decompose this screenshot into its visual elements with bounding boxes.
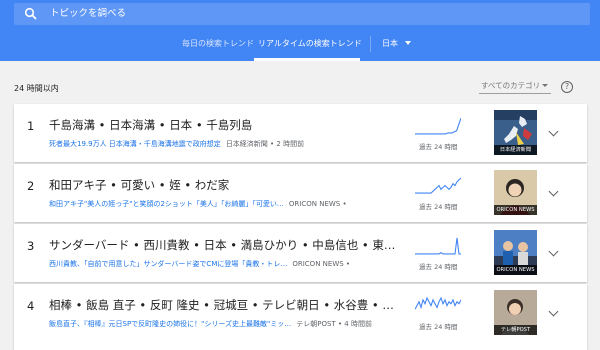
- sparkline-chart: [415, 177, 461, 194]
- article-headline-link[interactable]: 飯島直子、『相棒』元日SPで反町隆史の姉役に！"シリーズ史上最難敵"ミッ…: [49, 320, 291, 328]
- active-tab-indicator: [254, 58, 360, 61]
- article-source: ORICON NEWS •: [292, 260, 351, 268]
- search-input[interactable]: [50, 3, 550, 25]
- expand-chevron-icon[interactable]: [548, 126, 559, 137]
- article-headline-link[interactable]: 西川貴教、「自前で用意した」サンダーバード姿でCMに登場「貴教・トレ…: [49, 260, 287, 268]
- news-thumbnail[interactable]: ORICON NEWS: [494, 230, 537, 275]
- chevron-down-icon[interactable]: [405, 41, 411, 45]
- sparkline-series: [415, 237, 461, 255]
- trend-article: 飯島直子、『相棒』元日SPで反町隆史の姉役に！"シリーズ史上最難敵"ミッ… テレ朝…: [49, 319, 404, 329]
- trend-card-4[interactable]: 4 相棒 • 飯島 直子 • 反町 隆史 • 冠城亘 • テレビ朝日 • 水谷豊…: [14, 284, 587, 350]
- sparkline-chart: [415, 296, 461, 310]
- article-headline-link[interactable]: 死者最大19.9万人 日本海溝・千島海溝地震で政府想定: [49, 140, 221, 148]
- category-dropdown[interactable]: すべてのカテゴリ: [479, 77, 551, 94]
- category-label: すべてのカテゴリ: [481, 81, 541, 90]
- expand-chevron-icon[interactable]: [548, 306, 559, 317]
- trend-rank: 3: [27, 239, 35, 253]
- dropdown-arrow-icon: [542, 84, 548, 87]
- trend-rank: 2: [27, 179, 35, 193]
- expand-chevron-icon[interactable]: [548, 246, 559, 257]
- trend-rank: 4: [27, 299, 35, 313]
- article-source: テレ朝POST • 4 時間前: [296, 320, 372, 328]
- thumbnail-source: ORICON NEWS: [494, 205, 537, 215]
- news-thumbnail[interactable]: 日本経済新聞: [494, 110, 537, 155]
- article-source: 日本経済新聞 • 2 時間前: [225, 140, 305, 148]
- search-box[interactable]: [14, 3, 590, 25]
- trend-card-1[interactable]: 1 千島海溝 • 日本海溝 • 日本 • 千島列島 死者最大19.9万人 日本海…: [14, 104, 587, 162]
- news-thumbnail[interactable]: ORICON NEWS: [494, 170, 537, 215]
- sparkline-label: 過去 24 時間: [419, 203, 458, 211]
- sparkline-label: 過去 24 時間: [419, 323, 458, 331]
- sparkline-series: [415, 177, 461, 194]
- news-thumbnail[interactable]: テレ朝POST: [494, 290, 537, 335]
- sparkline-series: [415, 296, 461, 310]
- trend-article: 死者最大19.9万人 日本海溝・千島海溝地震で政府想定 日本経済新聞 • 2 時間…: [49, 139, 404, 149]
- top-app-bar: 毎日の検索トレンド リアルタイムの検索トレンド 日本: [0, 0, 600, 61]
- tab-daily-trends[interactable]: 毎日の検索トレンド: [182, 38, 254, 49]
- sparkline-label: 過去 24 時間: [419, 143, 458, 151]
- trend-article: 西川貴教、「自前で用意した」サンダーバード姿でCMに登場「貴教・トレ… ORICO…: [49, 259, 404, 269]
- trend-title[interactable]: 相棒 • 飯島 直子 • 反町 隆史 • 冠城亘 • テレビ朝日 • 水谷豊 •…: [49, 297, 404, 313]
- expand-chevron-icon[interactable]: [548, 186, 559, 197]
- thumbnail-source: 日本経済新聞: [494, 145, 537, 155]
- trend-card-3[interactable]: 3 サンダーバード • 西川貴教 • 日本 • 満島ひかり • 中島信也 • 東…: [14, 224, 587, 282]
- search-icon: [24, 7, 37, 20]
- thumbnail-source: テレ朝POST: [494, 325, 537, 335]
- trend-rank: 1: [27, 119, 35, 133]
- nav-divider: [370, 36, 371, 52]
- trend-article: 和田アキ子"美人の姪っ子"と笑顔の2ショット「美人」「お綺麗」「可愛い… ORIC…: [49, 199, 404, 209]
- trend-tabs: 毎日の検索トレンド リアルタイムの検索トレンド 日本: [0, 33, 600, 61]
- trend-title[interactable]: 和田アキ子 • 可愛い • 姪 • わだ家: [49, 177, 404, 193]
- country-selector[interactable]: 日本: [382, 38, 398, 49]
- article-headline-link[interactable]: 和田アキ子"美人の姪っ子"と笑顔の2ショット「美人」「お綺麗」「可愛い…: [49, 200, 284, 208]
- article-source: ORICON NEWS •: [288, 200, 347, 208]
- sparkline-chart: [415, 117, 461, 135]
- sparkline-chart: [415, 237, 461, 255]
- sparkline-series: [415, 117, 461, 135]
- time-range-label: 24 時間以内: [14, 84, 59, 93]
- help-icon[interactable]: ?: [561, 81, 573, 93]
- trend-card-2[interactable]: 2 和田アキ子 • 可愛い • 姪 • わだ家 和田アキ子"美人の姪っ子"と笑顔…: [14, 164, 587, 222]
- trend-title[interactable]: 千島海溝 • 日本海溝 • 日本 • 千島列島: [49, 117, 404, 133]
- sparkline-label: 過去 24 時間: [419, 263, 458, 271]
- thumbnail-source: ORICON NEWS: [494, 265, 537, 275]
- trend-title[interactable]: サンダーバード • 西川貴教 • 日本 • 満島ひかり • 中島信也 • 東北.…: [49, 237, 404, 253]
- tab-realtime-trends[interactable]: リアルタイムの検索トレンド: [258, 38, 362, 49]
